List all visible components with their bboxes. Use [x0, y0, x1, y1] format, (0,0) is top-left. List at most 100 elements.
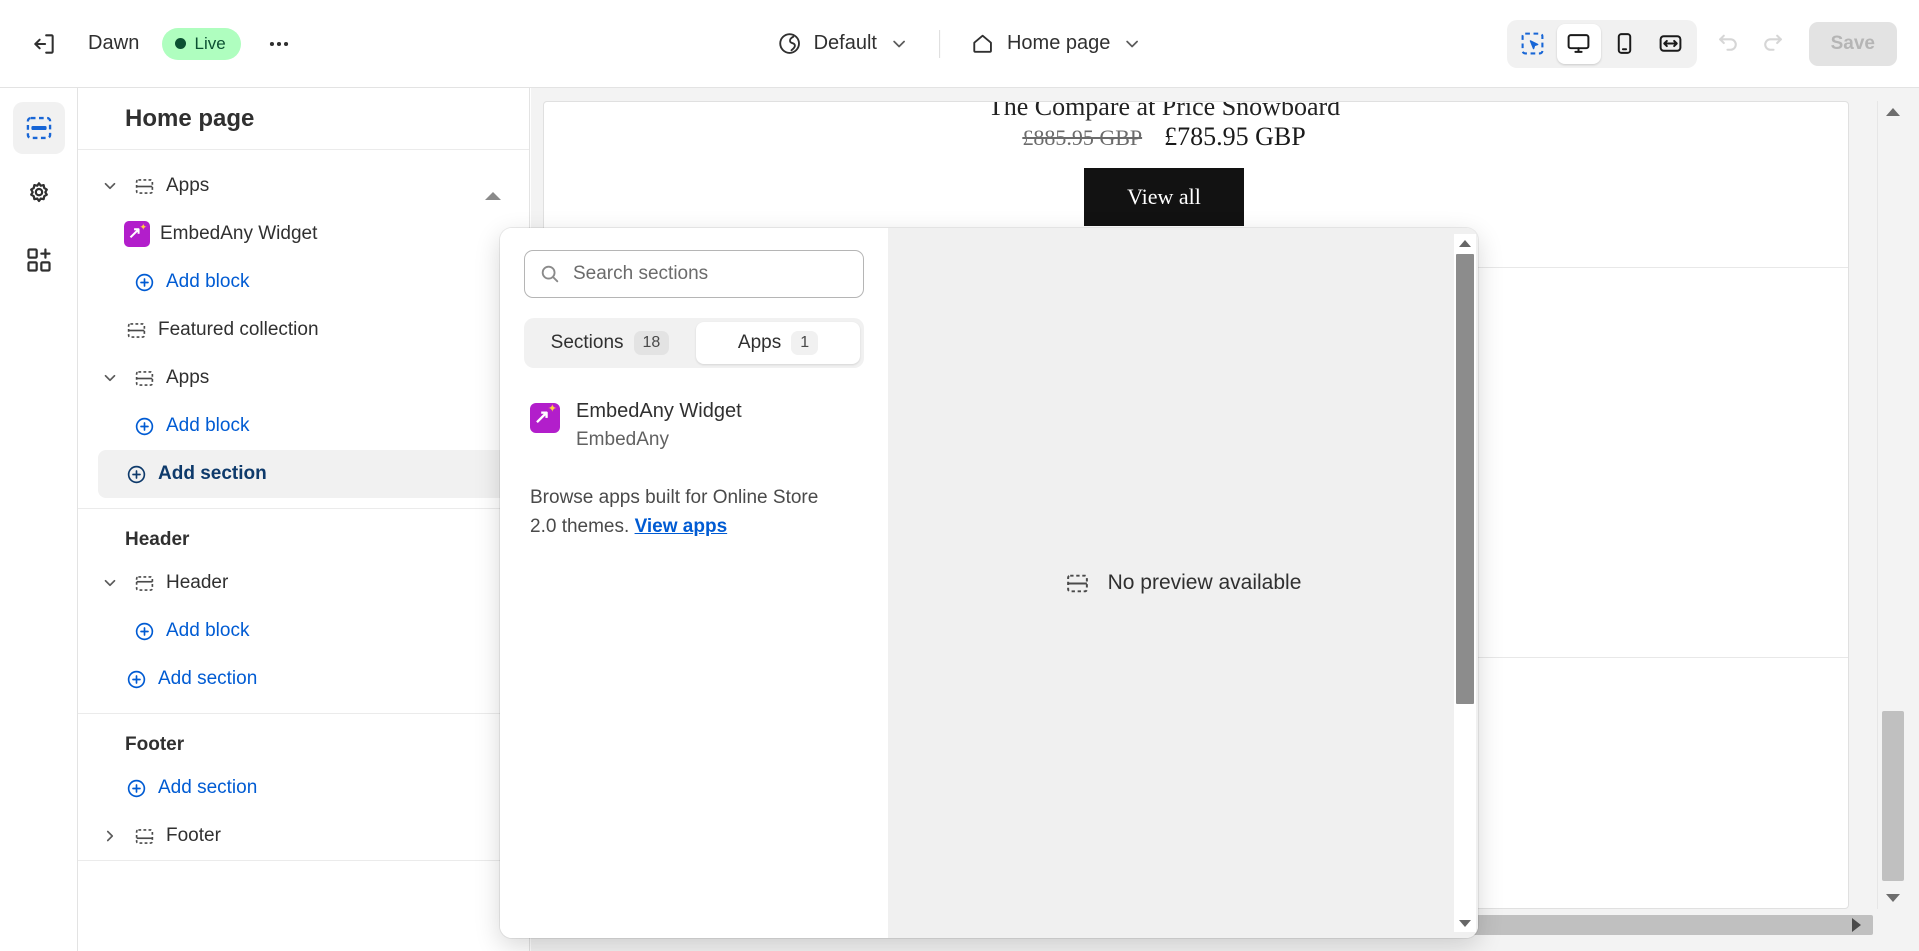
browse-apps-text: Browse apps built for Online Store 2.0 t…: [524, 483, 854, 542]
sidebar-add-section-footer[interactable]: Add section: [98, 764, 509, 812]
sidebar-item-footer-section[interactable]: Footer: [98, 812, 509, 860]
sidebar-item-label: Add section: [158, 463, 267, 485]
undo-icon: [1716, 31, 1741, 56]
rail-item-theme-settings[interactable]: [13, 168, 65, 220]
view-apps-link[interactable]: View apps: [635, 516, 728, 537]
toolbar-right-group: Save: [1507, 20, 1897, 68]
section-icon: [132, 573, 156, 594]
fullwidth-icon: [1658, 31, 1683, 56]
search-input[interactable]: [573, 263, 849, 285]
app-name: EmbedAny Widget: [576, 400, 742, 423]
sidebar-group-heading: Footer: [78, 714, 529, 764]
sidebar-add-block-header[interactable]: Add block: [98, 607, 509, 655]
sidebar-item-label: Add block: [166, 620, 249, 642]
sidebar-item-label: Apps: [166, 367, 209, 389]
chevron-right-icon[interactable]: [98, 827, 122, 845]
apps-icon: [25, 246, 53, 274]
scroll-down-button[interactable]: [1878, 887, 1908, 909]
save-button[interactable]: Save: [1809, 22, 1897, 66]
modal-scroll-up-button[interactable]: [1454, 234, 1476, 252]
theme-name: Dawn: [88, 32, 140, 55]
sidebar-item-label: Add section: [158, 668, 257, 690]
fullwidth-view-button[interactable]: [1649, 24, 1693, 64]
sidebar-item-label: Apps: [166, 175, 209, 197]
desktop-view-button[interactable]: [1557, 24, 1601, 64]
preview-product-title: The Compare at Price Snowboard: [544, 101, 1784, 122]
sidebar-item-apps-1[interactable]: Apps: [98, 162, 509, 210]
sidebar-add-section-header[interactable]: Add section: [98, 655, 509, 703]
tab-apps[interactable]: Apps 1: [696, 322, 860, 364]
redo-button[interactable]: [1751, 22, 1795, 66]
modal-preview-panel: No preview available: [888, 228, 1478, 938]
page-selector[interactable]: Home page: [958, 22, 1154, 66]
preview-vertical-scrollbar[interactable]: [1877, 101, 1907, 909]
sidebar-scroll-area[interactable]: Apps ↗✦ EmbedAny Widget Add block: [78, 150, 529, 951]
sidebar-group-template: Apps ↗✦ EmbedAny Widget Add block: [78, 150, 529, 509]
gear-icon: [25, 180, 53, 208]
toolbar-divider: [939, 30, 940, 58]
sidebar-item-apps-2[interactable]: Apps: [98, 354, 509, 402]
app-list-item-embedany[interactable]: ↗✦ EmbedAny Widget EmbedAny: [524, 394, 864, 457]
locale-label: Default: [814, 32, 877, 55]
preview-view-all-button[interactable]: View all: [1084, 168, 1244, 226]
sidebar-item-label: Add section: [158, 777, 257, 799]
no-preview-label: No preview available: [1108, 571, 1302, 595]
chevron-down-icon: [1122, 34, 1142, 54]
locale-selector[interactable]: Default: [765, 22, 921, 66]
scroll-up-button[interactable]: [1878, 101, 1908, 123]
vertical-scroll-thumb[interactable]: [1882, 711, 1904, 881]
mobile-view-button[interactable]: [1603, 24, 1647, 64]
sections-icon: [25, 114, 53, 142]
search-icon: [539, 263, 561, 285]
modal-scroll-thumb[interactable]: [1456, 254, 1474, 704]
sidebar-group-header: Header Header Add block: [78, 509, 529, 714]
modal-scroll-down-button[interactable]: [1454, 914, 1476, 932]
modal-vertical-scrollbar[interactable]: [1454, 234, 1476, 932]
theme-editor-window: Dawn Live: [0, 0, 1919, 951]
status-badge-label: Live: [195, 34, 226, 54]
chevron-down-icon[interactable]: [98, 574, 122, 592]
chevron-down-icon: [889, 34, 909, 54]
sidebar-add-block-2[interactable]: Add block: [98, 402, 509, 450]
preview-compare-price: £885.95 GBP: [1022, 125, 1142, 150]
status-badge: Live: [162, 28, 241, 60]
embedany-icon: ↗✦: [124, 221, 150, 247]
home-icon: [970, 31, 995, 56]
sidebar-item-header-section[interactable]: Header: [98, 559, 509, 607]
toolbar-left-group: Dawn Live: [0, 22, 301, 66]
tab-label: Sections: [551, 332, 624, 354]
desktop-icon: [1566, 31, 1591, 56]
sidebar-add-section-template[interactable]: Add section: [98, 450, 509, 498]
exit-icon: [31, 31, 57, 57]
sidebar-group-heading: Header: [78, 509, 529, 559]
chevron-down-icon[interactable]: [98, 369, 122, 387]
sidebar-item-label: Footer: [166, 825, 221, 847]
redo-icon: [1760, 31, 1785, 56]
chevron-down-icon[interactable]: [98, 177, 122, 195]
rail-item-apps[interactable]: [13, 234, 65, 286]
sidebar-item-featured-collection[interactable]: Featured collection: [98, 306, 509, 354]
plus-circle-icon: [124, 778, 148, 799]
plus-circle-icon: [132, 416, 156, 437]
section-icon: [132, 176, 156, 197]
tab-count-badge: 18: [634, 331, 670, 355]
page-label: Home page: [1007, 32, 1110, 55]
sidebar-add-block-1[interactable]: Add block: [98, 258, 509, 306]
search-sections-field[interactable]: [524, 250, 864, 298]
preview-cta-wrap: View all: [544, 168, 1784, 226]
tab-sections[interactable]: Sections 18: [528, 322, 692, 364]
status-dot-icon: [175, 38, 186, 49]
rail-item-sections[interactable]: [13, 102, 65, 154]
exit-editor-button[interactable]: [22, 22, 66, 66]
plus-circle-icon: [124, 669, 148, 690]
select-tool-button[interactable]: [1511, 24, 1555, 64]
sidebar-item-label: Add block: [166, 415, 249, 437]
sidebar-group-footer: Footer Add section Footer: [78, 714, 529, 861]
embedany-icon: ↗✦: [530, 403, 560, 433]
undo-button[interactable]: [1707, 22, 1751, 66]
scroll-right-button[interactable]: [1841, 911, 1871, 939]
preview-price-row: £885.95 GBP £785.95 GBP: [544, 122, 1784, 152]
sidebar-item-embedany-widget[interactable]: ↗✦ EmbedAny Widget: [98, 210, 509, 258]
sidebar-item-label: Add block: [166, 271, 249, 293]
more-options-button[interactable]: [257, 22, 301, 66]
